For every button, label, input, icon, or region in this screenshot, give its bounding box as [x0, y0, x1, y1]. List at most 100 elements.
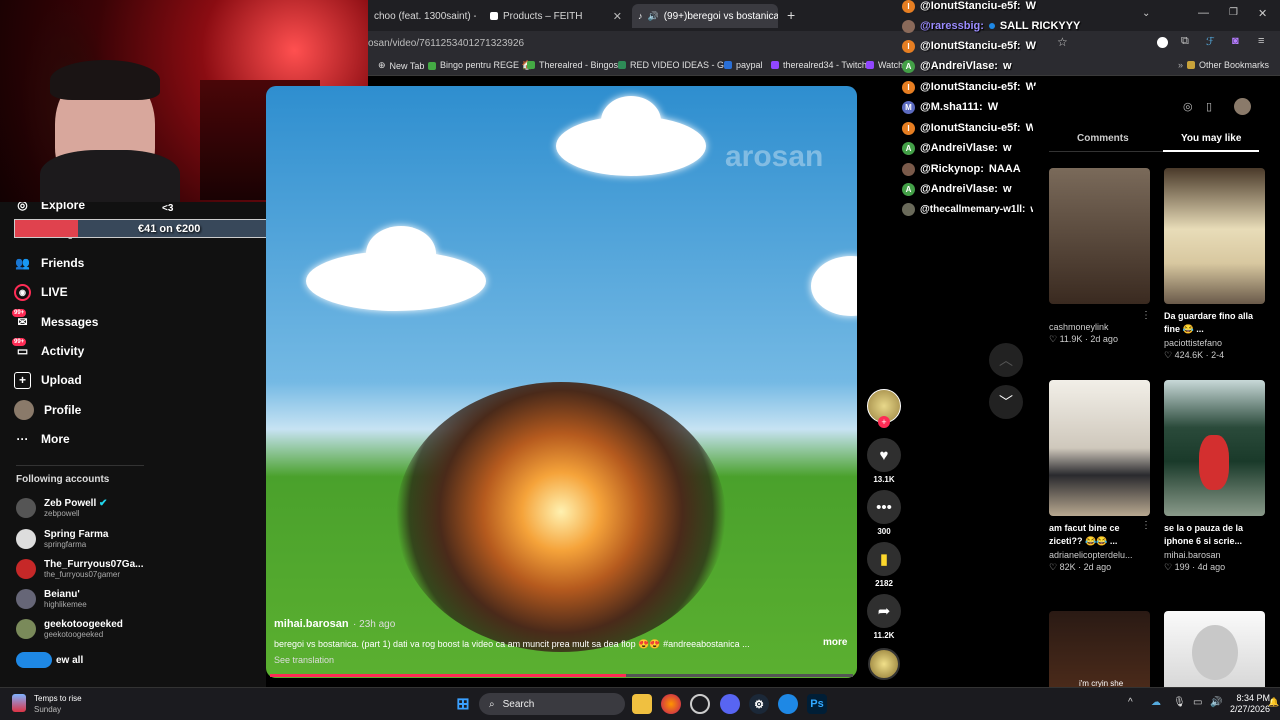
shirt-shape — [40, 150, 180, 202]
star-icon[interactable]: ☆ — [1057, 35, 1068, 49]
comment-action[interactable]: ••• 300 — [867, 490, 901, 536]
file-explorer-icon[interactable] — [632, 694, 652, 714]
following-account[interactable]: geekotoogeeked geekotoogeeked — [16, 616, 123, 642]
translate-icon[interactable]: ℱ — [1206, 35, 1215, 48]
camera-icon[interactable]: ◎ — [1183, 100, 1193, 113]
suggested-video-card[interactable]: cashmoneylink ♡ 11.9K · 2d ago — [1049, 168, 1150, 345]
puzzle-icon[interactable]: ⧉ — [1181, 35, 1189, 48]
chevron-down-icon[interactable]: ﹀ — [989, 385, 1023, 419]
like-action[interactable]: ♥ 13.1K — [867, 438, 901, 484]
microphone-icon[interactable]: 🎙 — [1173, 697, 1186, 708]
weather-title: Temps to rise — [34, 694, 82, 703]
chat-user: @AndreiVlase: — [920, 142, 998, 154]
more-options-icon[interactable]: ⋮ — [1141, 310, 1151, 321]
extension-icon[interactable] — [1157, 37, 1168, 48]
new-tab-icon[interactable]: + — [787, 7, 795, 23]
bookmark-paypal[interactable]: paypal — [724, 60, 763, 70]
sidebar-item-upload[interactable]: + Upload — [14, 369, 82, 391]
user-avatar[interactable] — [1234, 98, 1251, 115]
character-figure — [1199, 435, 1229, 490]
twitch-ext-icon[interactable]: ◙ — [1232, 35, 1239, 47]
following-account[interactable]: Zeb Powell ✔ zebpowell — [16, 495, 107, 521]
account-name: geekotoogeeked — [44, 619, 123, 630]
chat-user: @M.sha111: — [920, 101, 983, 113]
sidebar-item-friends[interactable]: 👥 Friends — [14, 252, 84, 274]
minimize-icon[interactable]: — — [1198, 7, 1209, 19]
notifications-icon[interactable]: 🔔 — [1268, 697, 1279, 708]
tab-youtube[interactable]: choo (feat. 1300saint) - You — [368, 4, 476, 28]
tab-comments[interactable]: Comments — [1077, 133, 1129, 144]
caption-more-button[interactable]: more — [823, 637, 847, 648]
monitor-icon[interactable]: ▭ — [1193, 697, 1202, 708]
bookmark-icon: ▮ — [867, 542, 901, 576]
following-account[interactable]: The_Furryous07Ga... the_furryous07gamer — [16, 556, 143, 582]
menu-icon[interactable]: ≡ — [1258, 35, 1264, 47]
chat-badge-icon: A — [902, 182, 915, 196]
steam-icon[interactable]: ⚙ — [749, 694, 769, 714]
chat-user: @thecallmemary-w1ll: — [920, 203, 1026, 215]
obs-icon[interactable] — [690, 694, 710, 714]
card-stats: ♡ 11.9K · 2d ago — [1049, 334, 1118, 344]
tiktok-icon: ♪ — [638, 11, 643, 21]
taskbar-clock[interactable]: 8:34 PM 2/27/2026 — [1230, 693, 1270, 715]
sidebar-item-more[interactable]: ··· More — [14, 428, 70, 450]
tab-tiktok[interactable]: ♪🔊(99+)beregoi vs bostanica✕ — [632, 4, 778, 28]
sidebar-item-messages[interactable]: ✉ 99+ Messages — [12, 308, 98, 333]
suggested-video-card[interactable]: i'm cryin she — [1049, 611, 1150, 688]
sidebar-item-activity[interactable]: ▭ 99+ Activity — [12, 337, 84, 362]
url-field[interactable]: osan/video/7611253401271323926 — [368, 38, 524, 49]
bookmark-twitch[interactable]: therealred34 - Twitch — [771, 60, 867, 70]
close-window-icon[interactable]: ✕ — [1258, 7, 1267, 20]
suggested-video-card[interactable] — [1164, 611, 1265, 687]
volume-icon[interactable]: 🔊 — [1210, 697, 1222, 708]
chevron-up-icon[interactable]: ^ — [1128, 697, 1133, 708]
save-action[interactable]: ▮ 2182 — [867, 542, 901, 588]
chat-user: @raressbig: — [920, 20, 984, 32]
more-options-icon[interactable]: ⋮ — [1141, 520, 1151, 531]
chevron-down-icon[interactable]: ⌄ — [1142, 8, 1150, 19]
card-title: se la o pauza de la iphone 6 si scrie... — [1164, 523, 1244, 546]
weather-widget[interactable]: Temps to rise Sunday — [34, 693, 82, 715]
suggested-video-card[interactable]: se la o pauza de la iphone 6 si scrie...… — [1164, 380, 1265, 573]
taskbar-search[interactable]: ⌕ Search — [479, 693, 625, 715]
divider — [16, 465, 144, 466]
tab-products[interactable]: Products – FEITH ✕ — [484, 4, 628, 28]
bookmark-red-video-ideas[interactable]: RED VIDEO IDEAS - G... — [618, 60, 732, 70]
account-handle: the_furryous07gamer — [44, 570, 121, 579]
discord-icon[interactable] — [720, 694, 740, 714]
follow-plus-icon[interactable]: + — [878, 416, 890, 428]
other-bookmarks[interactable]: » Other Bookmarks — [1178, 60, 1269, 70]
donation-goal-fill — [15, 220, 78, 237]
video-thumbnail — [1049, 168, 1150, 304]
bookmark-watch[interactable]: Watch — [866, 60, 903, 70]
video-caption: beregoi vs bostanica. (part 1) dati va r… — [274, 639, 750, 649]
maximize-icon[interactable]: ❐ — [1229, 7, 1238, 18]
see-translation-link[interactable]: See translation — [274, 655, 334, 665]
suggested-video-card[interactable]: am facut bine ce ziceti?? 😂😂 ... adriane… — [1049, 380, 1150, 573]
tab-you-may-like[interactable]: You may like — [1181, 133, 1241, 144]
close-icon[interactable]: ✕ — [613, 10, 622, 23]
following-account[interactable]: Spring Farma springfarma — [16, 526, 108, 552]
bookmark-bingo[interactable]: Bingo pentru REGE 🏠 — [428, 60, 533, 71]
video-author[interactable]: mihai.barosan — [274, 618, 349, 630]
cloud-icon[interactable]: ☁ — [1151, 697, 1161, 708]
windows-start-icon[interactable]: ⊞ — [453, 694, 473, 714]
photoshop-icon[interactable]: Ps — [807, 694, 827, 714]
view-all-link[interactable]: ew all — [16, 651, 83, 669]
account-handle: geekotoogeeked — [44, 630, 104, 639]
share-action[interactable]: ➦ 11.2K — [867, 594, 901, 640]
tab-label: choo (feat. 1300saint) - You — [374, 10, 476, 22]
suggested-video-card[interactable]: Da guardare fino alla fine 😂 ... paciott… — [1164, 168, 1265, 361]
sidebar-item-live[interactable]: ◉ LIVE — [14, 281, 68, 303]
chat-badge-icon: I — [902, 0, 915, 13]
chevron-up-icon[interactable]: ︿ — [989, 343, 1023, 377]
app-icon[interactable] — [778, 694, 798, 714]
firefox-icon[interactable] — [661, 694, 681, 714]
video-progress-fill — [270, 674, 626, 677]
sound-disc[interactable] — [868, 648, 900, 680]
bookmark-therealred[interactable]: Therealred - Bingos — [527, 60, 618, 70]
phone-icon[interactable]: ▯ — [1206, 100, 1212, 113]
sidebar-item-profile[interactable]: Profile — [14, 399, 81, 421]
following-account[interactable]: Beianu' highlikemee — [16, 586, 87, 612]
bookmark-new-tab[interactable]: ⊕ New Tab — [378, 60, 424, 71]
